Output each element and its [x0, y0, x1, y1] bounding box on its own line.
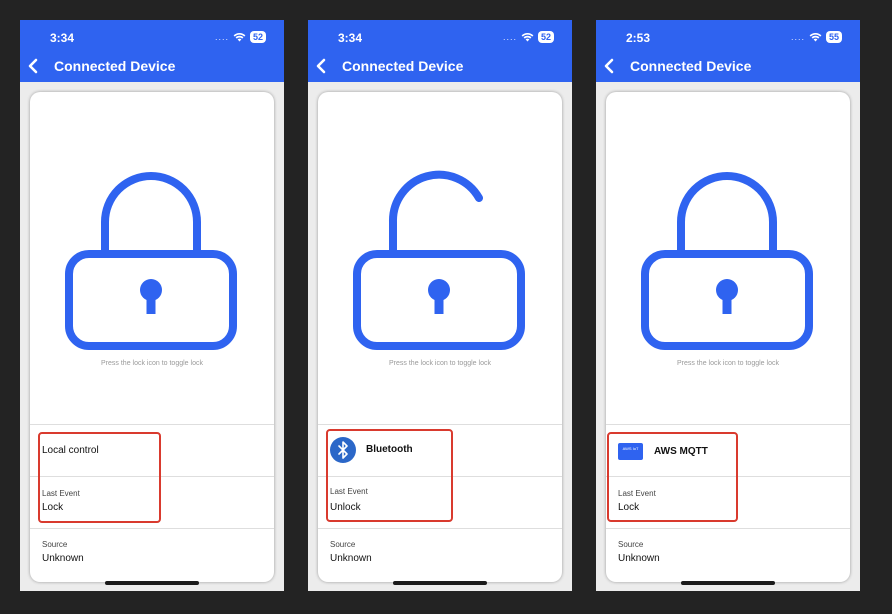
signal-icon: .... — [502, 32, 517, 42]
source-label: Source — [618, 540, 644, 549]
source-label: Source — [42, 540, 68, 549]
device-card: Press the lock icon to toggle lock Local… — [30, 92, 274, 582]
divider — [606, 528, 850, 529]
page-title: Connected Device — [630, 58, 752, 74]
back-arrow-icon[interactable] — [26, 58, 40, 74]
battery-icon: 52 — [249, 31, 266, 43]
page-title: Connected Device — [54, 58, 176, 74]
source-label: Source — [330, 540, 356, 549]
back-arrow-icon[interactable] — [314, 58, 328, 74]
signal-icon: .... — [790, 32, 805, 42]
status-icons: .... 52 — [215, 31, 266, 43]
home-indicator — [681, 581, 775, 585]
battery-icon: 55 — [825, 31, 842, 43]
lock-open-icon[interactable] — [353, 170, 525, 350]
app-bar: 3:34 .... 52 Connected Device — [20, 20, 284, 82]
divider — [30, 528, 274, 529]
phone-screen-3: 2:53 .... 55 Connected Device Press the … — [596, 20, 860, 591]
home-indicator — [393, 581, 487, 585]
divider — [318, 528, 562, 529]
toggle-hint: Press the lock icon to toggle lock — [389, 360, 491, 367]
highlight-box — [607, 432, 738, 522]
signal-icon: .... — [214, 32, 229, 42]
wifi-icon — [809, 32, 822, 42]
home-indicator — [105, 581, 199, 585]
source-value: Unknown — [330, 553, 372, 564]
status-time: 3:34 — [338, 31, 363, 45]
device-card: Press the lock icon to toggle lock Bluet… — [318, 92, 562, 582]
status-icons: .... 55 — [791, 31, 842, 43]
toggle-hint: Press the lock icon to toggle lock — [101, 360, 203, 367]
lock-closed-icon[interactable] — [65, 170, 237, 350]
source-value: Unknown — [42, 553, 84, 564]
highlight-box — [38, 432, 161, 523]
page-title: Connected Device — [342, 58, 464, 74]
status-time: 3:34 — [50, 31, 75, 45]
app-bar: 3:34 .... 52 Connected Device — [308, 20, 572, 82]
phone-screen-2: 3:34 .... 52 Connected Device Press the … — [308, 20, 572, 591]
source-value: Unknown — [618, 553, 660, 564]
back-arrow-icon[interactable] — [602, 58, 616, 74]
app-bar: 2:53 .... 55 Connected Device — [596, 20, 860, 82]
wifi-icon — [233, 32, 246, 42]
status-icons: .... 52 — [503, 31, 554, 43]
highlight-box — [326, 429, 453, 522]
status-time: 2:53 — [626, 31, 651, 45]
battery-icon: 52 — [537, 31, 554, 43]
phone-screen-1: 3:34 .... 52 Connected Device Press the … — [20, 20, 284, 591]
wifi-icon — [521, 32, 534, 42]
toggle-hint: Press the lock icon to toggle lock — [677, 360, 779, 367]
lock-closed-icon[interactable] — [641, 170, 813, 350]
device-card: Press the lock icon to toggle lock AWS I… — [606, 92, 850, 582]
